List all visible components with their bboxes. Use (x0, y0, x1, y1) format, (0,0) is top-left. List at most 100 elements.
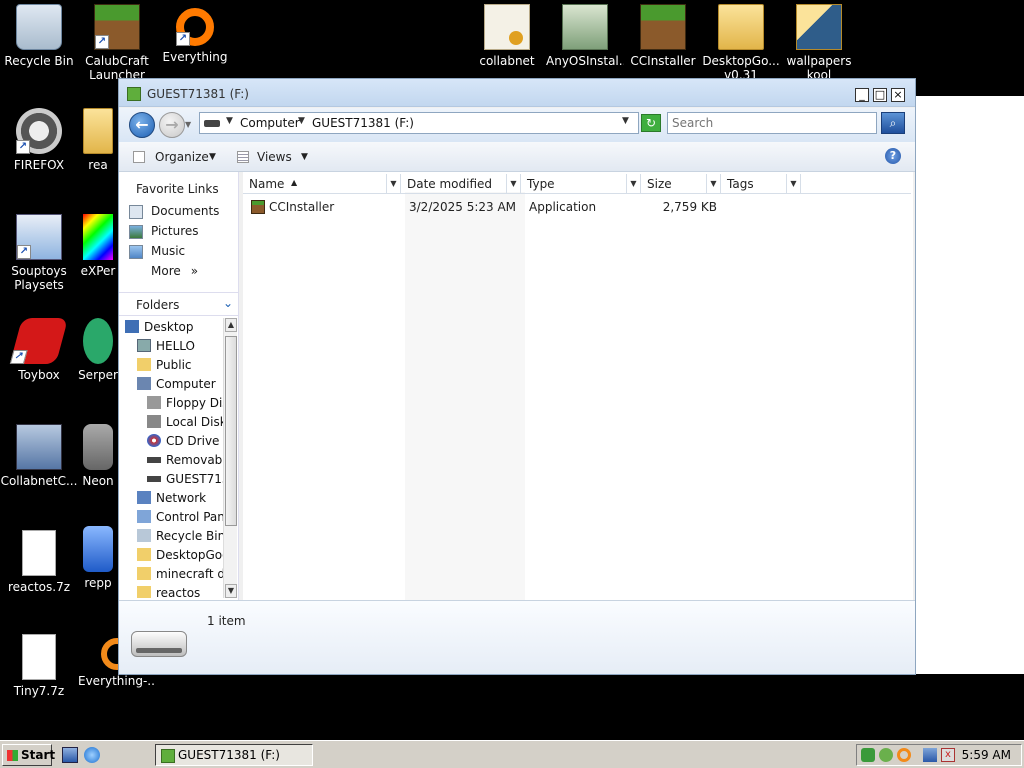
file-type: Application (529, 200, 597, 214)
tree-item-public[interactable]: Public (137, 358, 192, 377)
column-filter-dropdown[interactable]: ▼ (506, 174, 520, 193)
desktop-icon-recycle-bin[interactable]: Recycle Bin (0, 4, 78, 68)
user-folder-icon (137, 339, 151, 352)
start-button[interactable]: Start (2, 744, 55, 766)
tree-item-floppy[interactable]: Floppy Dis (147, 396, 223, 415)
network-icon[interactable] (923, 748, 937, 762)
column-header-name[interactable]: Name ▲ ▼ (243, 174, 401, 194)
network-computer-icon (16, 424, 62, 470)
tray-app-icon[interactable] (861, 748, 875, 762)
desktop-icon-repp[interactable]: repp (78, 526, 118, 590)
desktop-icon-collabnetc[interactable]: CollabnetC... (0, 424, 78, 488)
tree-item-cd-drive[interactable]: CD Drive ( (147, 434, 223, 453)
recent-pages-dropdown[interactable]: ▼ (185, 120, 191, 129)
tree-item-label: Removabl (166, 453, 223, 467)
tray-search-icon[interactable] (897, 748, 911, 762)
show-desktop-icon[interactable] (62, 747, 78, 763)
chevron-down-icon: ⌄ (223, 296, 234, 310)
desktop-icon-calubcraft[interactable]: ↗ CalubCraft Launcher (78, 4, 156, 82)
tree-item-control-panel[interactable]: Control Pan (137, 510, 223, 529)
tree-item-removable[interactable]: Removabl (147, 453, 223, 472)
favorite-link-documents[interactable]: Documents (129, 204, 219, 219)
breadcrumb-drive[interactable]: GUEST71381 (F:) (312, 116, 414, 130)
clock[interactable]: 5:59 AM (962, 748, 1011, 762)
desktop-icon-desktopgoose[interactable]: DesktopGo... v0.31 (702, 4, 780, 82)
desktop-icon-experience[interactable]: eXPer (78, 214, 118, 278)
desktop-icon-ccinstaller[interactable]: CCInstaller (624, 4, 702, 68)
desktop-icon-firefox[interactable]: ↗ FIREFOX (0, 108, 78, 172)
internet-explorer-icon[interactable] (84, 747, 100, 763)
volume-muted-icon[interactable]: x (941, 748, 955, 762)
tree-item-guest-drive[interactable]: GUEST713 (147, 472, 223, 491)
title-bar[interactable]: GUEST71381 (F:) _ □ × (119, 79, 915, 107)
tree-item-reactos[interactable]: reactos (137, 586, 200, 598)
search-input[interactable] (667, 112, 877, 134)
tree-item-computer[interactable]: Computer (137, 377, 216, 396)
tree-item-desktopgoose[interactable]: DesktopGoo (137, 548, 223, 567)
favorite-link-music[interactable]: Music (129, 244, 185, 259)
tray-app-icon[interactable] (879, 748, 893, 762)
refresh-button[interactable]: ↻ (641, 114, 661, 132)
forward-button[interactable]: → (159, 112, 185, 138)
organize-button[interactable]: Organize (155, 150, 209, 164)
desktop-icon-label: reactos.7z (7, 580, 71, 594)
chevron-down-icon[interactable]: ▼ (301, 152, 308, 162)
tree-item-recycle-bin[interactable]: Recycle Bin (137, 529, 223, 548)
back-button[interactable]: ← (129, 112, 155, 138)
folders-header[interactable]: Folders ⌄ (119, 292, 239, 316)
desktop-icon-reactos-7z[interactable]: reactos.7z (0, 530, 78, 594)
maximize-button[interactable]: □ (873, 88, 887, 102)
desktop-icon-neon[interactable]: Neon (78, 424, 118, 488)
taskbar: Start GUEST71381 (F:) x 5:59 AM (0, 740, 1024, 768)
chevron-down-icon[interactable]: ▼ (209, 152, 216, 162)
removable-drive-icon (147, 457, 161, 463)
desktop-background-panel (916, 96, 1024, 674)
column-filter-dropdown[interactable]: ▼ (626, 174, 640, 193)
taskbar-button-explorer[interactable]: GUEST71381 (F:) (155, 744, 313, 766)
tree-item-label: Control Pan (156, 510, 223, 524)
column-header-type[interactable]: Type ▼ (521, 174, 641, 194)
desktop-icon-toybox[interactable]: ↗ Toybox (0, 318, 78, 382)
tree-item-minecraft[interactable]: minecraft de (137, 567, 223, 586)
scroll-up-button[interactable]: ▲ (225, 318, 237, 332)
chevron-down-icon[interactable]: ▼ (298, 116, 305, 126)
tree-item-local-disk[interactable]: Local Disk (147, 415, 223, 434)
column-filter-dropdown[interactable]: ▼ (786, 174, 800, 193)
desktop-icon-serper[interactable]: Serper (78, 318, 118, 382)
close-button[interactable]: × (891, 88, 905, 102)
help-icon[interactable]: ? (885, 148, 901, 164)
documents-icon (129, 204, 143, 219)
desktop-icon-anyosinstaller[interactable]: AnyOSInstal... (546, 4, 624, 68)
folder-icon (137, 567, 151, 580)
tree-item-hello[interactable]: HELLO (137, 339, 195, 358)
desktop-icon-label: repp (84, 576, 112, 590)
column-header-tags[interactable]: Tags ▼ (721, 174, 801, 194)
tree-scrollbar[interactable]: ▲ ▼ (223, 318, 237, 598)
scroll-down-button[interactable]: ▼ (225, 584, 237, 598)
column-filter-dropdown[interactable]: ▼ (386, 174, 400, 193)
column-header-size[interactable]: Size ▼ (641, 174, 721, 194)
minimize-button[interactable]: _ (855, 88, 869, 102)
views-button[interactable]: Views (257, 150, 292, 164)
address-dropdown-button[interactable]: ▼ (622, 116, 629, 126)
tree-item-desktop[interactable]: Desktop (125, 320, 194, 339)
tree-item-network[interactable]: Network (137, 491, 206, 510)
column-filter-dropdown[interactable]: ▼ (706, 174, 720, 193)
favorite-link-more[interactable]: More » (151, 264, 198, 278)
breadcrumb-computer[interactable]: Computer (240, 116, 300, 130)
desktop-icon-souptoys[interactable]: ↗ Souptoys Playsets (0, 214, 78, 292)
scroll-thumb[interactable] (225, 336, 237, 526)
address-field[interactable]: ▼ Computer ▼ GUEST71381 (F:) ▼ (199, 112, 639, 134)
desktop-icon-label: AnyOSInstal... (546, 54, 624, 68)
desktop-icon-wallpapers[interactable]: wallpapers kool (780, 4, 858, 82)
chevron-down-icon[interactable]: ▼ (226, 116, 233, 126)
search-button[interactable]: ⌕ (881, 112, 905, 134)
favorite-link-pictures[interactable]: Pictures (129, 224, 199, 239)
desktop-icon-tiny7-7z[interactable]: Tiny7.7z (0, 634, 78, 698)
desktop-icon-everything[interactable]: ↗ Everything (156, 4, 234, 64)
column-header-date[interactable]: Date modified ▼ (401, 174, 521, 194)
desktop-icon-label: Serper (78, 368, 118, 382)
file-row[interactable]: CCInstaller 3/2/2025 5:23 AM Application… (243, 198, 911, 216)
desktop-icon-collabnet[interactable]: collabnet (468, 4, 546, 68)
desktop-icon-rea[interactable]: rea (78, 108, 118, 172)
